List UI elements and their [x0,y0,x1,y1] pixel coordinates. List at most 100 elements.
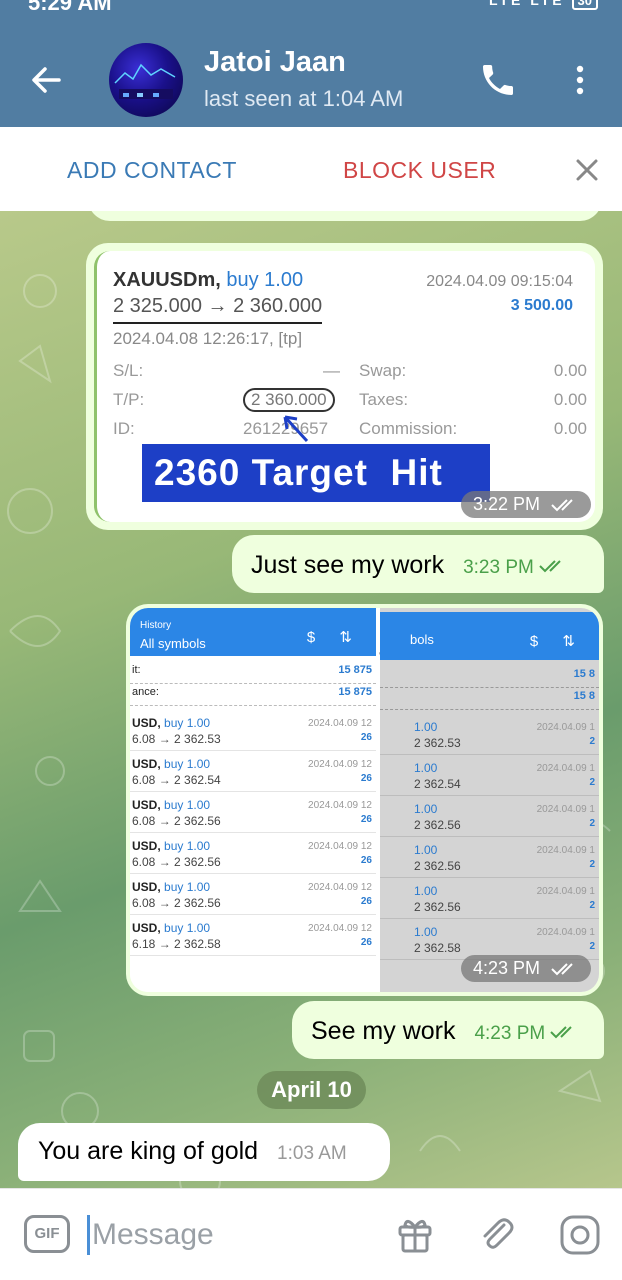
history-row: USD, buy 1.00 6.08 → 2 362.56 2024.04.09 1… [130,792,376,833]
history-row: 1.00 2 362.56 2024.04.09 1 2 [380,837,599,878]
history-row-range: 2 362.56 [414,818,461,832]
history-row-range: 6.08 → 2 362.54 [132,773,221,787]
history-summary-row: 15 8 [380,668,599,688]
message-time-text: 3:23 PM [463,557,534,578]
chat-header: 5:29 AM LTE LTE 30 Jatoi Jaan last seen … [0,0,622,127]
gif-button[interactable]: GIF [24,1215,70,1253]
attach-button[interactable] [476,1213,518,1255]
history-row-side: 1.00 [414,843,438,857]
camera-button[interactable] [558,1213,602,1257]
double-check-icon [551,499,573,512]
history-row-range: 6.08 → 2 362.53 [132,732,221,746]
history-row-date: 2024.04.09 12 [308,882,372,893]
history-row-range: 6.08 → 2 362.56 [132,896,221,910]
summary-value: 15 8 [573,690,595,702]
status-bar: 5:29 AM LTE LTE 30 [0,0,622,18]
history-row: 1.00 2 362.56 2024.04.09 1 2 [380,796,599,837]
message-input[interactable] [92,1213,372,1257]
history-row-profit: 2 [589,736,595,747]
call-button[interactable] [478,60,518,100]
outgoing-message[interactable]: Just see my work 3:23 PM [232,535,604,593]
summary-value: 15 8 [573,668,595,680]
summary-value: 15 875 [338,664,372,676]
status-icons: LTE LTE 30 [489,0,598,10]
arrow-left-icon [32,67,61,93]
contact-name[interactable]: Jatoi Jaan [204,46,346,79]
trade-row: T/P: 2 360.000 Taxes: 0.00 [113,388,587,416]
message-text: You are king of gold [38,1137,259,1165]
history-row: USD, buy 1.00 6.08 → 2 362.54 2024.04.09 1… [130,751,376,792]
close-icon [576,159,598,181]
more-vertical-icon [576,65,584,95]
history-row: USD, buy 1.00 6.08 → 2 362.56 2024.04.09 1… [130,833,376,874]
history-row-symbol: USD, buy 1.00 [132,716,211,730]
back-button[interactable] [26,60,66,100]
trade-tp-value: 2 360.000 [243,388,335,412]
history-row-profit: 26 [360,896,372,907]
history-row-profit: 2 [589,900,595,911]
trade-photo-message[interactable]: XAUUSDm, buy 1.00 2024.04.09 09:15:04 2 … [86,243,603,530]
history-row-profit: 2 [589,818,595,829]
history-summary-row: ance: 15 875 [130,686,376,706]
history-row-range: 6.18 → 2 362.58 [132,937,221,951]
history-row: USD, buy 1.00 6.18 → 2 362.58 2024.04.09 1… [130,915,376,956]
avatar[interactable] [109,43,183,117]
message-composer: GIF [0,1188,622,1280]
contact-action-bar: ADD CONTACT BLOCK USER [0,127,622,211]
history-row-range: 2 362.56 [414,900,461,914]
incoming-message[interactable]: You are king of gold 1:03 AM [18,1123,390,1181]
add-contact-button[interactable]: ADD CONTACT [67,157,237,184]
history-row-range: 6.08 → 2 362.56 [132,814,221,828]
sort-filter-icons: $ ⇅ [529,633,585,650]
target-hit-banner: 2360 Target Hit [142,444,490,502]
history-row-range: 2 362.58 [414,941,461,955]
trade-row: S/L: — Swap: 0.00 [113,361,587,387]
outgoing-message[interactable]: See my work 4:23 PM [292,1001,604,1059]
message-time: 3:22 PM [460,491,591,518]
close-action-bar-button[interactable] [570,153,604,187]
trade-row-value: 0.00 [553,390,587,409]
trade-screenshot[interactable]: XAUUSDm, buy 1.00 2024.04.09 09:15:04 2 … [94,251,595,522]
avatar-image [114,63,176,99]
history-row-date: 2024.04.09 1 [536,886,595,897]
history-row-date: 2024.04.09 12 [308,800,372,811]
history-photo-message[interactable]: History All symbols $ ⇅ it: 15 875 ance:… [126,604,603,996]
trade-row-key: T/P: [113,390,145,409]
history-screenshot[interactable]: History All symbols $ ⇅ it: 15 875 ance:… [130,608,599,992]
history-row-range: 2 362.54 [414,777,461,791]
battery-icon: 30 [571,0,598,10]
history-panel-left: History All symbols $ ⇅ it: 15 875 ance:… [130,608,376,992]
gift-button[interactable] [394,1213,436,1255]
trade-close-date: 2024.04.09 09:15:04 [426,273,573,290]
summary-value: 15 875 [338,686,372,698]
history-row-date: 2024.04.09 12 [308,923,372,934]
history-row: 1.00 2 362.54 2024.04.09 1 2 [380,755,599,796]
history-row-symbol: USD, buy 1.00 [132,839,211,853]
history-row-profit: 26 [360,937,372,948]
trade-profit: 3 500.00 [510,297,573,314]
history-header: History All symbols $ ⇅ [130,608,376,656]
history-row: USD, buy 1.00 6.08 → 2 362.56 2024.04.09 1… [130,874,376,915]
history-row-symbol: USD, buy 1.00 [132,757,211,771]
history-row-range: 6.08 → 2 362.56 [132,855,221,869]
more-menu-button[interactable] [566,60,594,100]
history-row-date: 2024.04.09 1 [536,722,595,733]
status-time: 5:29 AM [28,0,112,15]
trade-row-value: 0.00 [553,419,587,438]
summary-key: it: [132,664,141,676]
history-header: bols $ ⇅ [380,612,599,660]
message-text: See my work [311,1017,456,1045]
double-check-icon [551,963,573,976]
history-summary-row: it: 15 875 [130,664,376,684]
block-user-button[interactable]: BLOCK USER [343,157,496,184]
history-row-range: 2 362.56 [414,859,461,873]
trade-row-key: ID: [113,419,135,438]
previous-message-bubble[interactable] [88,211,602,221]
trade-side: buy 1.00 [226,269,304,291]
history-panel-right: bols $ ⇅ 15 8 15 8 1.00 2 362.53 2024.04.0… [380,608,599,992]
trade-row-key: Swap: [359,361,407,380]
history-row-side: 1.00 [414,802,438,816]
trade-row-key: S/L: [113,361,144,380]
message-time: 3:23 PM [463,557,569,578]
text-cursor [87,1215,90,1255]
